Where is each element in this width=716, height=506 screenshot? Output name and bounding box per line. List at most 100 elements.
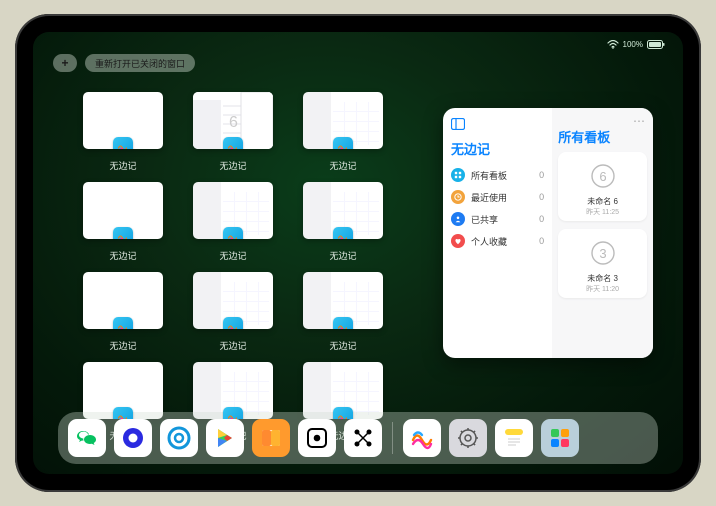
dock-qqbrowser-icon[interactable] — [160, 419, 198, 457]
freeform-window[interactable]: 无边记 所有看板0最近使用0已共享0个人收藏0 ⋯ 所有看板 6未命名 6昨天 … — [443, 108, 653, 358]
switcher-card[interactable]: 无边记 — [298, 92, 388, 172]
switcher-card[interactable]: 无边记 — [298, 272, 388, 352]
window-thumbnail[interactable] — [303, 92, 383, 149]
card-label: 无边记 — [109, 339, 136, 352]
window-thumbnail[interactable]: 6 — [193, 92, 273, 149]
freeform-main: ⋯ 所有看板 6 未命名 6昨天 11:25 3 未命名 3昨天 11:20 — [552, 108, 653, 358]
board-preview: 6 — [576, 156, 630, 196]
card-label: 无边记 — [329, 249, 356, 262]
heart-icon — [451, 234, 465, 248]
freeform-app-icon — [223, 227, 243, 239]
ellipsis-icon[interactable]: ⋯ — [633, 114, 645, 128]
switcher-card[interactable]: 6 无边记 — [188, 92, 278, 172]
dock-dice-icon[interactable] — [298, 419, 336, 457]
clock-icon — [451, 190, 465, 204]
switcher-card[interactable]: 无边记 — [188, 272, 278, 352]
dock-notes-icon[interactable] — [495, 419, 533, 457]
dock-appgroup-icon[interactable] — [541, 419, 579, 457]
window-thumbnail[interactable] — [83, 182, 163, 239]
window-thumbnail[interactable] — [83, 92, 163, 149]
dock-freeform-icon[interactable] — [403, 419, 441, 457]
dock-quark-icon[interactable] — [114, 419, 152, 457]
board-name: 未命名 6 — [587, 196, 618, 207]
board-card[interactable]: 3 未命名 3昨天 11:20 — [558, 229, 647, 298]
svg-text:6: 6 — [229, 114, 238, 131]
window-thumbnail[interactable] — [83, 272, 163, 329]
sidebar-item-count: 0 — [539, 236, 544, 246]
card-label: 无边记 — [109, 249, 136, 262]
board-name: 未命名 3 — [587, 273, 618, 284]
window-thumbnail[interactable] — [303, 362, 383, 419]
new-window-button[interactable]: + — [53, 54, 77, 72]
window-thumbnail[interactable] — [193, 362, 273, 419]
wifi-icon — [607, 40, 619, 49]
battery-text: 100% — [623, 40, 643, 49]
screen: 100% + 重新打开已关闭的窗口 无边记6无边记无边记无边记无边记无边记无边记… — [33, 32, 683, 474]
dock-books-icon[interactable] — [252, 419, 290, 457]
freeform-app-icon — [223, 407, 243, 419]
sidebar-item[interactable]: 最近使用 0 — [451, 186, 544, 208]
sidebar-list: 所有看板 0 最近使用 0 已共享 0 个人收藏 0 — [451, 164, 544, 252]
window-thumbnail[interactable] — [303, 182, 383, 239]
dock-play-icon[interactable] — [206, 419, 244, 457]
battery-icon — [647, 40, 665, 49]
window-thumbnail[interactable] — [193, 182, 273, 239]
grid-icon — [451, 168, 465, 182]
status-bar: 100% — [33, 36, 683, 52]
sidebar-item-label: 已共享 — [471, 213, 498, 226]
svg-text:6: 6 — [599, 169, 606, 184]
window-thumbnail[interactable] — [303, 272, 383, 329]
ipad-frame: 100% + 重新打开已关闭的窗口 无边记6无边记无边记无边记无边记无边记无边记… — [15, 14, 701, 492]
window-thumbnail[interactable] — [193, 272, 273, 329]
card-label: 无边记 — [329, 339, 356, 352]
freeform-app-icon — [113, 407, 133, 419]
sidebar-item-label: 所有看板 — [471, 169, 507, 182]
board-time: 昨天 11:20 — [586, 284, 619, 294]
sidebar-item-label: 最近使用 — [471, 191, 507, 204]
freeform-app-icon — [333, 407, 353, 419]
sidebar-toggle-icon[interactable] — [451, 118, 544, 133]
freeform-app-icon — [333, 317, 353, 329]
freeform-app-icon — [333, 137, 353, 149]
switcher-card[interactable]: 无边记 — [78, 182, 168, 262]
sidebar-item-count: 0 — [539, 214, 544, 224]
card-label: 无边记 — [219, 339, 246, 352]
switcher-card[interactable]: 无边记 — [188, 182, 278, 262]
card-label: 无边记 — [329, 159, 356, 172]
reopen-closed-window-button[interactable]: 重新打开已关闭的窗口 — [85, 54, 195, 72]
dock-settings-icon[interactable] — [449, 419, 487, 457]
people-icon — [451, 212, 465, 226]
card-label: 无边记 — [219, 159, 246, 172]
freeform-app-icon — [113, 137, 133, 149]
top-controls: + 重新打开已关闭的窗口 — [53, 54, 195, 72]
dock-wechat-icon[interactable] — [68, 419, 106, 457]
board-card[interactable]: 6 未命名 6昨天 11:25 — [558, 152, 647, 221]
dock-nodes-icon[interactable] — [344, 419, 382, 457]
card-label: 无边记 — [109, 159, 136, 172]
sidebar-item-count: 0 — [539, 192, 544, 202]
freeform-app-icon — [223, 317, 243, 329]
freeform-app-icon — [113, 227, 133, 239]
freeform-app-icon — [113, 317, 133, 329]
freeform-app-icon — [223, 137, 243, 149]
freeform-sidebar: 无边记 所有看板0最近使用0已共享0个人收藏0 — [443, 108, 552, 358]
main-title: 所有看板 — [558, 127, 647, 146]
sidebar-item-label: 个人收藏 — [471, 235, 507, 248]
app-switcher-grid: 无边记6无边记无边记无边记无边记无边记无边记无边记无边记无边记无边记无边记 — [78, 92, 498, 442]
window-thumbnail[interactable] — [83, 362, 163, 419]
sidebar-item[interactable]: 所有看板 0 — [451, 164, 544, 186]
svg-text:3: 3 — [599, 246, 606, 261]
card-label: 无边记 — [219, 249, 246, 262]
freeform-app-icon — [333, 227, 353, 239]
sidebar-item-count: 0 — [539, 170, 544, 180]
dock-separator — [392, 422, 393, 454]
switcher-card[interactable]: 无边记 — [298, 182, 388, 262]
board-time: 昨天 11:25 — [586, 207, 619, 217]
sidebar-item[interactable]: 个人收藏 0 — [451, 230, 544, 252]
switcher-card[interactable]: 无边记 — [78, 92, 168, 172]
sidebar-item[interactable]: 已共享 0 — [451, 208, 544, 230]
dock — [58, 412, 658, 464]
boards-list: 6 未命名 6昨天 11:25 3 未命名 3昨天 11:20 — [558, 152, 647, 306]
switcher-card[interactable]: 无边记 — [78, 272, 168, 352]
board-preview: 3 — [576, 233, 630, 273]
